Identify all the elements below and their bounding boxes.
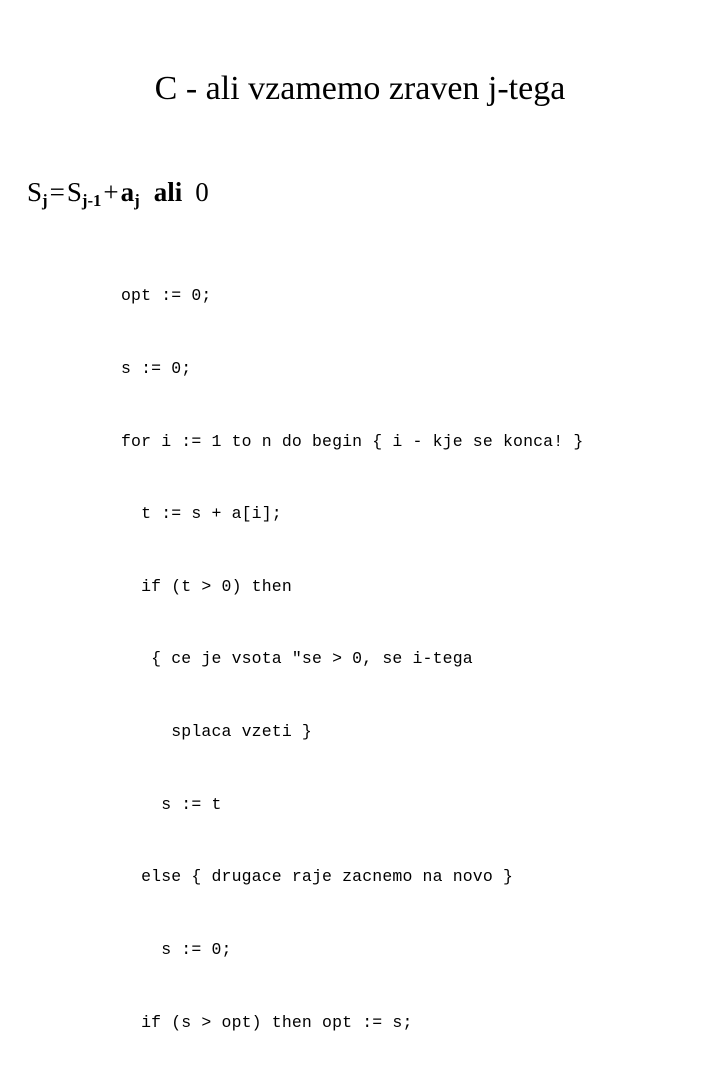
code-line: opt := 0; <box>121 286 212 306</box>
code-line: s := 0; <box>121 939 232 959</box>
formula-equals: = <box>49 177 65 207</box>
formula-alternative-word: ali <box>153 177 183 207</box>
code-line: t := s + a[i]; <box>121 504 282 524</box>
code-line: else { drugace raje zacnemo na novo } <box>121 867 514 887</box>
slide-canvas: C - ali vzamemo zraven j-tega Sj=Sj-1+aj… <box>0 0 720 1032</box>
formula-alternative-value: 0 <box>195 177 209 207</box>
code-line: { ce je vsota "se > 0, se i-tega <box>121 649 473 669</box>
formula-addend-symbol: a <box>120 177 135 207</box>
code-line: for i := 1 to n do begin { i - kje se ko… <box>121 431 584 451</box>
formula-lhs-symbol: S <box>27 177 43 207</box>
code-line: s := 0; <box>121 359 192 379</box>
formula-lhs-subscript: j <box>42 191 48 211</box>
recurrence-formula: Sj=Sj-1+aj ali 0 <box>27 176 209 211</box>
formula-plus: + <box>103 177 119 207</box>
formula-addend-subscript: j <box>134 191 140 211</box>
page-title: C - ali vzamemo zraven j-tega <box>154 70 566 107</box>
code-line: if (t > 0) then <box>121 576 292 596</box>
formula-rhs-subscript: j-1 <box>81 191 102 211</box>
pseudocode-block: opt := 0; s := 0; for i := 1 to n do beg… <box>121 236 583 1080</box>
code-line: s := t <box>121 794 222 814</box>
code-line: splaca vzeti } <box>121 722 312 742</box>
code-line: if (s > opt) then opt := s; <box>121 1012 413 1032</box>
formula-rhs-symbol: S <box>66 177 82 207</box>
